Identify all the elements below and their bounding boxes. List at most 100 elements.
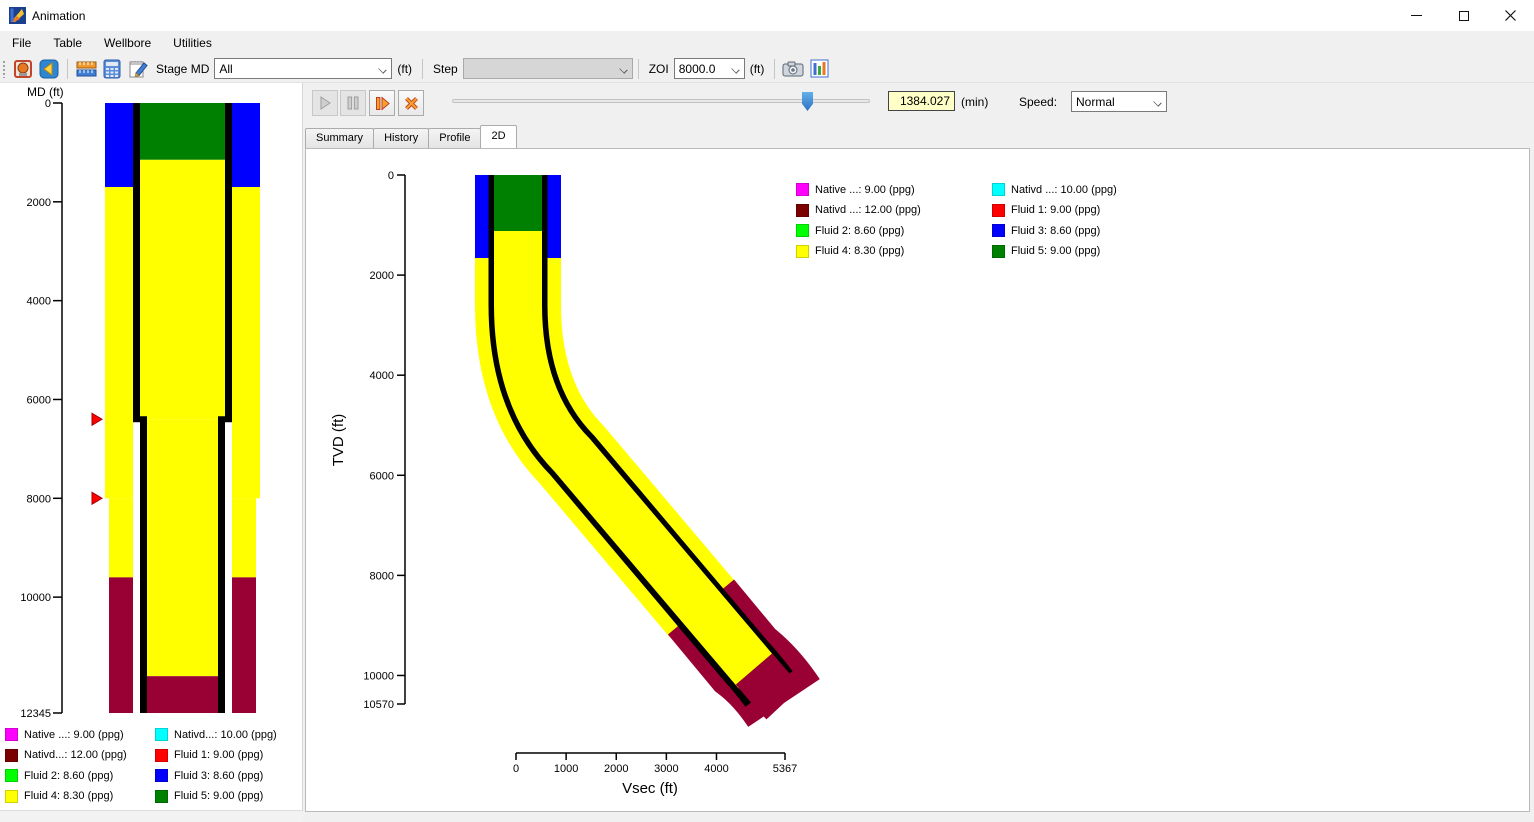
toolbar-separator bbox=[638, 59, 639, 79]
snapshot-button[interactable] bbox=[781, 57, 805, 81]
fluid-legend: Native ...: 9.00 (ppg) Nativd...: 10.00 (… bbox=[5, 728, 297, 803]
legend-item: Nativd ...: 12.00 (ppg) bbox=[796, 204, 992, 217]
step-forward-icon bbox=[375, 96, 390, 111]
pause-button bbox=[340, 90, 366, 116]
animation-run-button[interactable] bbox=[11, 57, 35, 81]
legend-label: Fluid 1: 9.00 (ppg) bbox=[174, 749, 263, 761]
menu-file[interactable]: File bbox=[12, 32, 45, 54]
animation-window: Animation File Table Wellbore Utilities bbox=[0, 0, 1534, 822]
window-title: Animation bbox=[32, 9, 85, 23]
step-combobox bbox=[463, 58, 633, 79]
tab-summary[interactable]: Summary bbox=[305, 128, 374, 148]
tab-history[interactable]: History bbox=[373, 128, 429, 148]
time-value-field[interactable]: 1384.027 bbox=[888, 91, 955, 111]
legend-label: Fluid 4: 8.30 (ppg) bbox=[24, 790, 113, 802]
legend-item: Fluid 1: 9.00 (ppg) bbox=[155, 749, 297, 762]
legend-item: Nativd ...: 10.00 (ppg) bbox=[992, 183, 1167, 196]
chevron-down-icon bbox=[731, 65, 739, 73]
edit-notes-button[interactable] bbox=[126, 57, 150, 81]
legend-item: Fluid 5: 9.00 (ppg) bbox=[155, 790, 297, 803]
tab-strip: SummaryHistoryProfile2D bbox=[305, 126, 516, 148]
reverse-play-button[interactable] bbox=[37, 57, 61, 81]
toolbar-separator bbox=[774, 59, 775, 79]
legend-item: Fluid 2: 8.60 (ppg) bbox=[5, 769, 155, 782]
speed-combobox[interactable]: Normal bbox=[1071, 91, 1167, 112]
play-icon bbox=[318, 96, 332, 110]
minimize-button[interactable] bbox=[1393, 0, 1440, 31]
legend-swatch bbox=[155, 728, 168, 741]
legend-label: Nativd...: 10.00 (ppg) bbox=[174, 729, 277, 741]
menu-utilities[interactable]: Utilities bbox=[173, 32, 226, 54]
legend-item: Fluid 3: 8.60 (ppg) bbox=[155, 769, 297, 782]
toolbar: Stage MD All (ft) Step ZOI 8000.0 (ft) bbox=[0, 55, 1534, 83]
calculator-icon bbox=[103, 59, 121, 79]
minimize-icon bbox=[1411, 15, 1422, 16]
legend-swatch bbox=[992, 245, 1005, 258]
legend-swatch bbox=[796, 204, 809, 217]
legend-label: Native ...: 9.00 (ppg) bbox=[815, 184, 915, 196]
legend-swatch bbox=[155, 769, 168, 782]
column-chart-icon bbox=[810, 59, 829, 78]
playback-controls: 1384.027 (min) Speed: Normal bbox=[305, 83, 1534, 126]
maximize-button[interactable] bbox=[1440, 0, 1487, 31]
app-icon bbox=[9, 7, 26, 24]
legend-label: Fluid 3: 8.60 (ppg) bbox=[174, 770, 263, 782]
pause-icon bbox=[346, 96, 360, 110]
time-slider-thumb[interactable] bbox=[802, 92, 813, 111]
cancel-x-icon bbox=[404, 96, 419, 111]
legend-label: Fluid 3: 8.60 (ppg) bbox=[1011, 225, 1100, 237]
stage-md-combobox[interactable]: All bbox=[214, 58, 392, 79]
legend-toggle-button[interactable] bbox=[807, 57, 831, 81]
tab-2d[interactable]: 2D bbox=[480, 125, 516, 148]
legend-swatch bbox=[155, 790, 168, 803]
legend-item: Native ...: 9.00 (ppg) bbox=[5, 728, 155, 741]
stage-md-label: Stage MD bbox=[156, 62, 209, 76]
menu-wellbore[interactable]: Wellbore bbox=[104, 32, 165, 54]
legend-item: Fluid 4: 8.30 (ppg) bbox=[5, 790, 155, 803]
legend-swatch bbox=[155, 749, 168, 762]
ruler-button[interactable] bbox=[74, 57, 98, 81]
legend-item: Native ...: 9.00 (ppg) bbox=[796, 183, 992, 196]
legend-label: Fluid 2: 8.60 (ppg) bbox=[815, 225, 904, 237]
legend-swatch bbox=[796, 224, 809, 237]
zoi-value: 8000.0 bbox=[679, 62, 716, 76]
close-button[interactable] bbox=[1487, 0, 1534, 31]
legend-item: Fluid 2: 8.60 (ppg) bbox=[796, 224, 992, 237]
stage-md-unit: (ft) bbox=[397, 62, 412, 76]
tab-profile[interactable]: Profile bbox=[428, 128, 481, 148]
legend-item: Nativd...: 10.00 (ppg) bbox=[155, 728, 297, 741]
play-button bbox=[312, 90, 338, 116]
stage-md-value: All bbox=[219, 62, 232, 76]
camera-icon bbox=[782, 60, 804, 78]
menu-table[interactable]: Table bbox=[53, 32, 96, 54]
zoi-label: ZOI bbox=[649, 62, 669, 76]
toolbar-separator bbox=[67, 59, 68, 79]
zoi-combobox[interactable]: 8000.0 bbox=[674, 58, 745, 79]
chevron-down-icon bbox=[379, 65, 387, 73]
calculator-button[interactable] bbox=[100, 57, 124, 81]
legend-swatch bbox=[5, 769, 18, 782]
legend-label: Fluid 2: 8.60 (ppg) bbox=[24, 770, 113, 782]
legend-label: Nativd...: 12.00 (ppg) bbox=[24, 749, 127, 761]
stop-animation-button[interactable] bbox=[398, 90, 424, 116]
legend-swatch bbox=[5, 790, 18, 803]
speed-label: Speed: bbox=[1019, 95, 1057, 109]
zoi-unit: (ft) bbox=[750, 62, 765, 76]
chevron-down-icon bbox=[619, 65, 627, 73]
legend-item: Nativd...: 12.00 (ppg) bbox=[5, 749, 155, 762]
legend-swatch bbox=[992, 183, 1005, 196]
notepad-pencil-icon bbox=[128, 59, 148, 79]
legend-item: Fluid 3: 8.60 (ppg) bbox=[992, 224, 1167, 237]
ruler-icon bbox=[76, 59, 97, 79]
legend-item: Fluid 1: 9.00 (ppg) bbox=[992, 204, 1167, 217]
maximize-icon bbox=[1459, 11, 1469, 21]
horizontal-scrollbar[interactable] bbox=[0, 810, 303, 822]
legend-swatch bbox=[5, 728, 18, 741]
legend-swatch bbox=[992, 204, 1005, 217]
tab-content-2d: Native ...: 9.00 (ppg) Nativd ...: 10.00 … bbox=[305, 148, 1530, 812]
legend-item: Fluid 5: 9.00 (ppg) bbox=[992, 245, 1167, 258]
legend-label: Fluid 5: 9.00 (ppg) bbox=[1011, 245, 1100, 257]
wellbore-schematic-panel: Native ...: 9.00 (ppg) Nativd...: 10.00 (… bbox=[0, 83, 303, 822]
step-forward-button[interactable] bbox=[369, 90, 395, 116]
chevron-down-icon bbox=[1153, 98, 1161, 106]
